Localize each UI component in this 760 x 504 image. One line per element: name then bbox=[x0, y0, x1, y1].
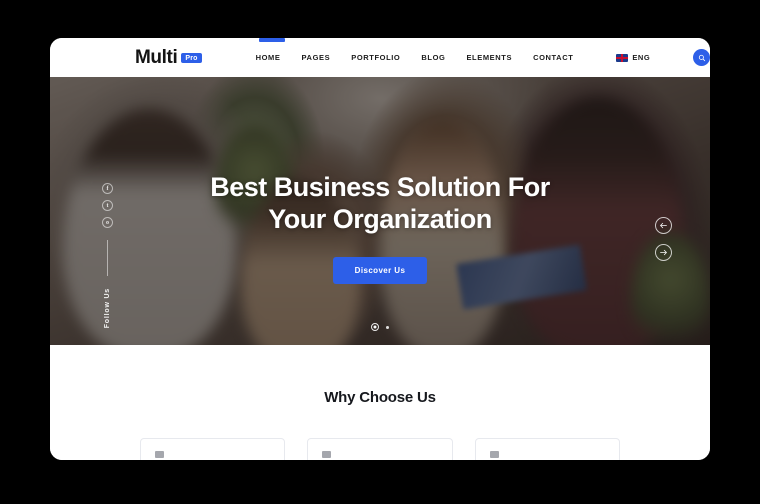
why-choose-us-section: Why Choose Us bbox=[50, 345, 710, 460]
discover-us-button[interactable]: Discover Us bbox=[332, 257, 428, 285]
arrow-left-icon bbox=[660, 222, 667, 229]
slider-prev-button[interactable] bbox=[655, 217, 672, 234]
arrow-right-icon bbox=[660, 249, 667, 256]
search-button[interactable] bbox=[693, 49, 710, 66]
language-label: ENG bbox=[632, 53, 651, 62]
hero-copy: Best Business Solution For Your Organiza… bbox=[50, 172, 710, 285]
nav-item-pages[interactable]: PAGES bbox=[302, 53, 331, 62]
hero-title-line-2: Your Organization bbox=[268, 203, 492, 234]
browser-tab-indicator bbox=[259, 38, 285, 42]
nav-item-elements[interactable]: ELEMENTS bbox=[466, 53, 512, 62]
nav-item-home[interactable]: HOME bbox=[256, 53, 281, 62]
hero-title: Best Business Solution For Your Organiza… bbox=[50, 172, 710, 235]
browser-page-frame: Multi Pro HOME PAGES PORTFOLIO BLOG ELEM… bbox=[50, 38, 710, 460]
nav-item-blog[interactable]: BLOG bbox=[421, 53, 445, 62]
language-switcher[interactable]: ENG bbox=[616, 53, 650, 62]
slider-next-button[interactable] bbox=[655, 244, 672, 261]
hero-slider: f t o Follow Us Best Business Solution F… bbox=[50, 77, 710, 345]
slider-dot-1[interactable] bbox=[371, 323, 379, 331]
uk-flag-icon bbox=[616, 53, 629, 62]
logo-text: Multi bbox=[135, 46, 178, 68]
slider-dots bbox=[50, 323, 710, 331]
feature-icon-2 bbox=[322, 451, 332, 458]
feature-icon-3 bbox=[489, 451, 499, 458]
feature-cards bbox=[50, 438, 710, 460]
screenshot-root: Multi Pro HOME PAGES PORTFOLIO BLOG ELEM… bbox=[0, 0, 760, 504]
why-choose-us-title: Why Choose Us bbox=[324, 389, 436, 406]
site-header: Multi Pro HOME PAGES PORTFOLIO BLOG ELEM… bbox=[50, 38, 710, 77]
hero-title-line-1: Best Business Solution For bbox=[210, 172, 550, 202]
slider-arrows bbox=[655, 217, 672, 261]
feature-icon-1 bbox=[155, 451, 164, 458]
feature-card[interactable] bbox=[140, 438, 286, 460]
main-navigation: HOME PAGES PORTFOLIO BLOG ELEMENTS CONTA… bbox=[256, 49, 710, 66]
feature-card[interactable] bbox=[474, 438, 620, 460]
feature-card[interactable] bbox=[307, 438, 453, 460]
slider-dot-2[interactable] bbox=[386, 325, 389, 329]
nav-item-contact[interactable]: CONTACT bbox=[533, 53, 573, 62]
nav-item-portfolio[interactable]: PORTFOLIO bbox=[351, 53, 400, 62]
logo-pro-badge: Pro bbox=[181, 52, 202, 63]
search-icon bbox=[698, 54, 705, 61]
site-logo[interactable]: Multi Pro bbox=[135, 47, 202, 69]
